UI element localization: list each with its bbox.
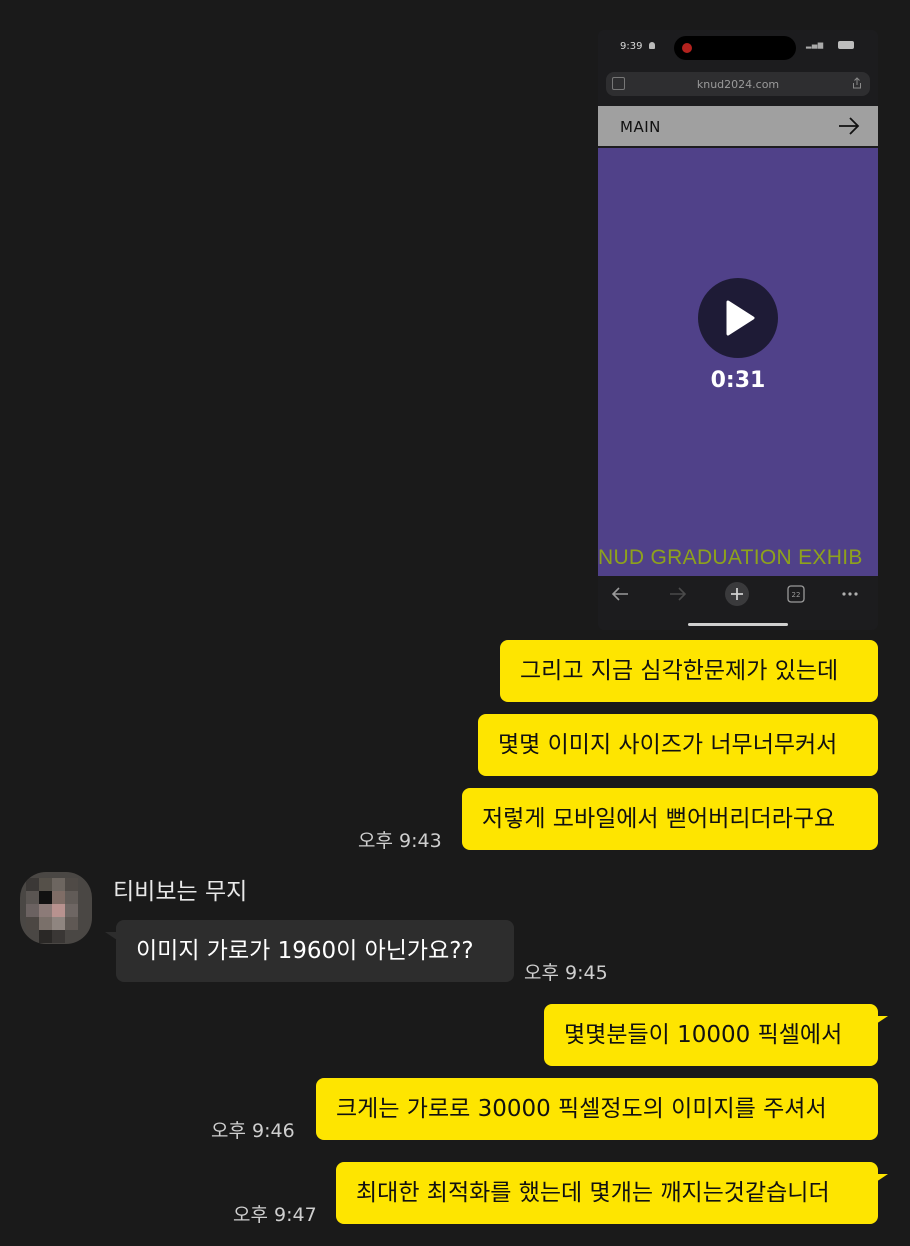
message-text: 이미지 가로가 1960이 아닌가요?? bbox=[136, 938, 474, 964]
video-preview: 0:31 bbox=[598, 148, 878, 576]
my-message-bubble[interactable]: 저렇게 모바일에서 뻗어버리더라구요 bbox=[462, 788, 878, 850]
arrow-right-icon bbox=[839, 117, 860, 135]
share-icon bbox=[853, 77, 861, 89]
phone-status-bar: 9:39 ▂▄▆ bbox=[598, 30, 878, 66]
site-menu-label: MAIN bbox=[620, 118, 661, 136]
message-timestamp: 오후 9:45 bbox=[524, 962, 608, 984]
new-tab-plus-icon bbox=[725, 582, 749, 606]
my-message-bubble[interactable]: 몇몇분들이 10000 픽셀에서 bbox=[544, 1004, 888, 1066]
message-text: 몇몇분들이 10000 픽셀에서 bbox=[564, 1022, 843, 1048]
play-button[interactable] bbox=[698, 278, 778, 358]
message-timestamp: 오후 9:46 bbox=[211, 1120, 295, 1142]
message-text: 최대한 최적화를 했는데 몇개는 깨지는것같습니더 bbox=[356, 1180, 830, 1206]
forward-arrow-icon bbox=[670, 587, 687, 601]
bell-icon bbox=[649, 42, 655, 49]
message-timestamp: 오후 9:47 bbox=[233, 1204, 317, 1226]
browser-toolbar: 22 bbox=[598, 578, 878, 610]
sender-name: 티비보는 무지 bbox=[113, 879, 248, 905]
tabs-icon: 22 bbox=[787, 585, 805, 603]
avatar[interactable] bbox=[20, 872, 92, 944]
my-message-bubble[interactable]: 크게는 가로로 30000 픽셀정도의 이미지를 주셔서 bbox=[316, 1078, 878, 1140]
message-timestamp: 오후 9:43 bbox=[358, 830, 442, 852]
bubble-tail bbox=[876, 1174, 888, 1182]
bubble-tail bbox=[876, 1016, 888, 1024]
battery-icon bbox=[838, 41, 854, 49]
browser-url-bar: knud2024.com bbox=[606, 72, 870, 96]
their-message-bubble[interactable]: 이미지 가로가 1960이 아닌가요?? bbox=[105, 920, 514, 982]
tabs-count: 22 bbox=[792, 591, 801, 599]
exhibition-marquee-text: NUD GRADUATION EXHIB bbox=[598, 546, 863, 569]
bubble-tail bbox=[105, 932, 117, 940]
dynamic-island bbox=[674, 36, 796, 60]
play-icon bbox=[726, 300, 755, 336]
site-header: MAIN bbox=[598, 106, 878, 146]
recording-dot-icon bbox=[682, 43, 692, 53]
video-duration: 0:31 bbox=[710, 368, 766, 393]
home-indicator bbox=[688, 623, 788, 626]
more-options-icon bbox=[842, 592, 858, 596]
my-message-bubble[interactable]: 그리고 지금 심각한문제가 있는데 bbox=[500, 640, 878, 702]
shared-screenshot-image[interactable]: 9:39 ▂▄▆ knud2024.com MAIN 0:31 NUD GRAD… bbox=[598, 30, 878, 630]
browser-url-text: knud2024.com bbox=[696, 78, 780, 91]
phone-status-time: 9:39 bbox=[620, 41, 643, 52]
my-message-bubble[interactable]: 몇몇 이미지 사이즈가 너무너무커서 bbox=[478, 714, 878, 776]
signal-icon: ▂▄▆ bbox=[806, 41, 824, 49]
my-message-bubble[interactable]: 최대한 최적화를 했는데 몇개는 깨지는것같습니더 bbox=[336, 1162, 888, 1224]
back-arrow-icon bbox=[611, 587, 628, 601]
